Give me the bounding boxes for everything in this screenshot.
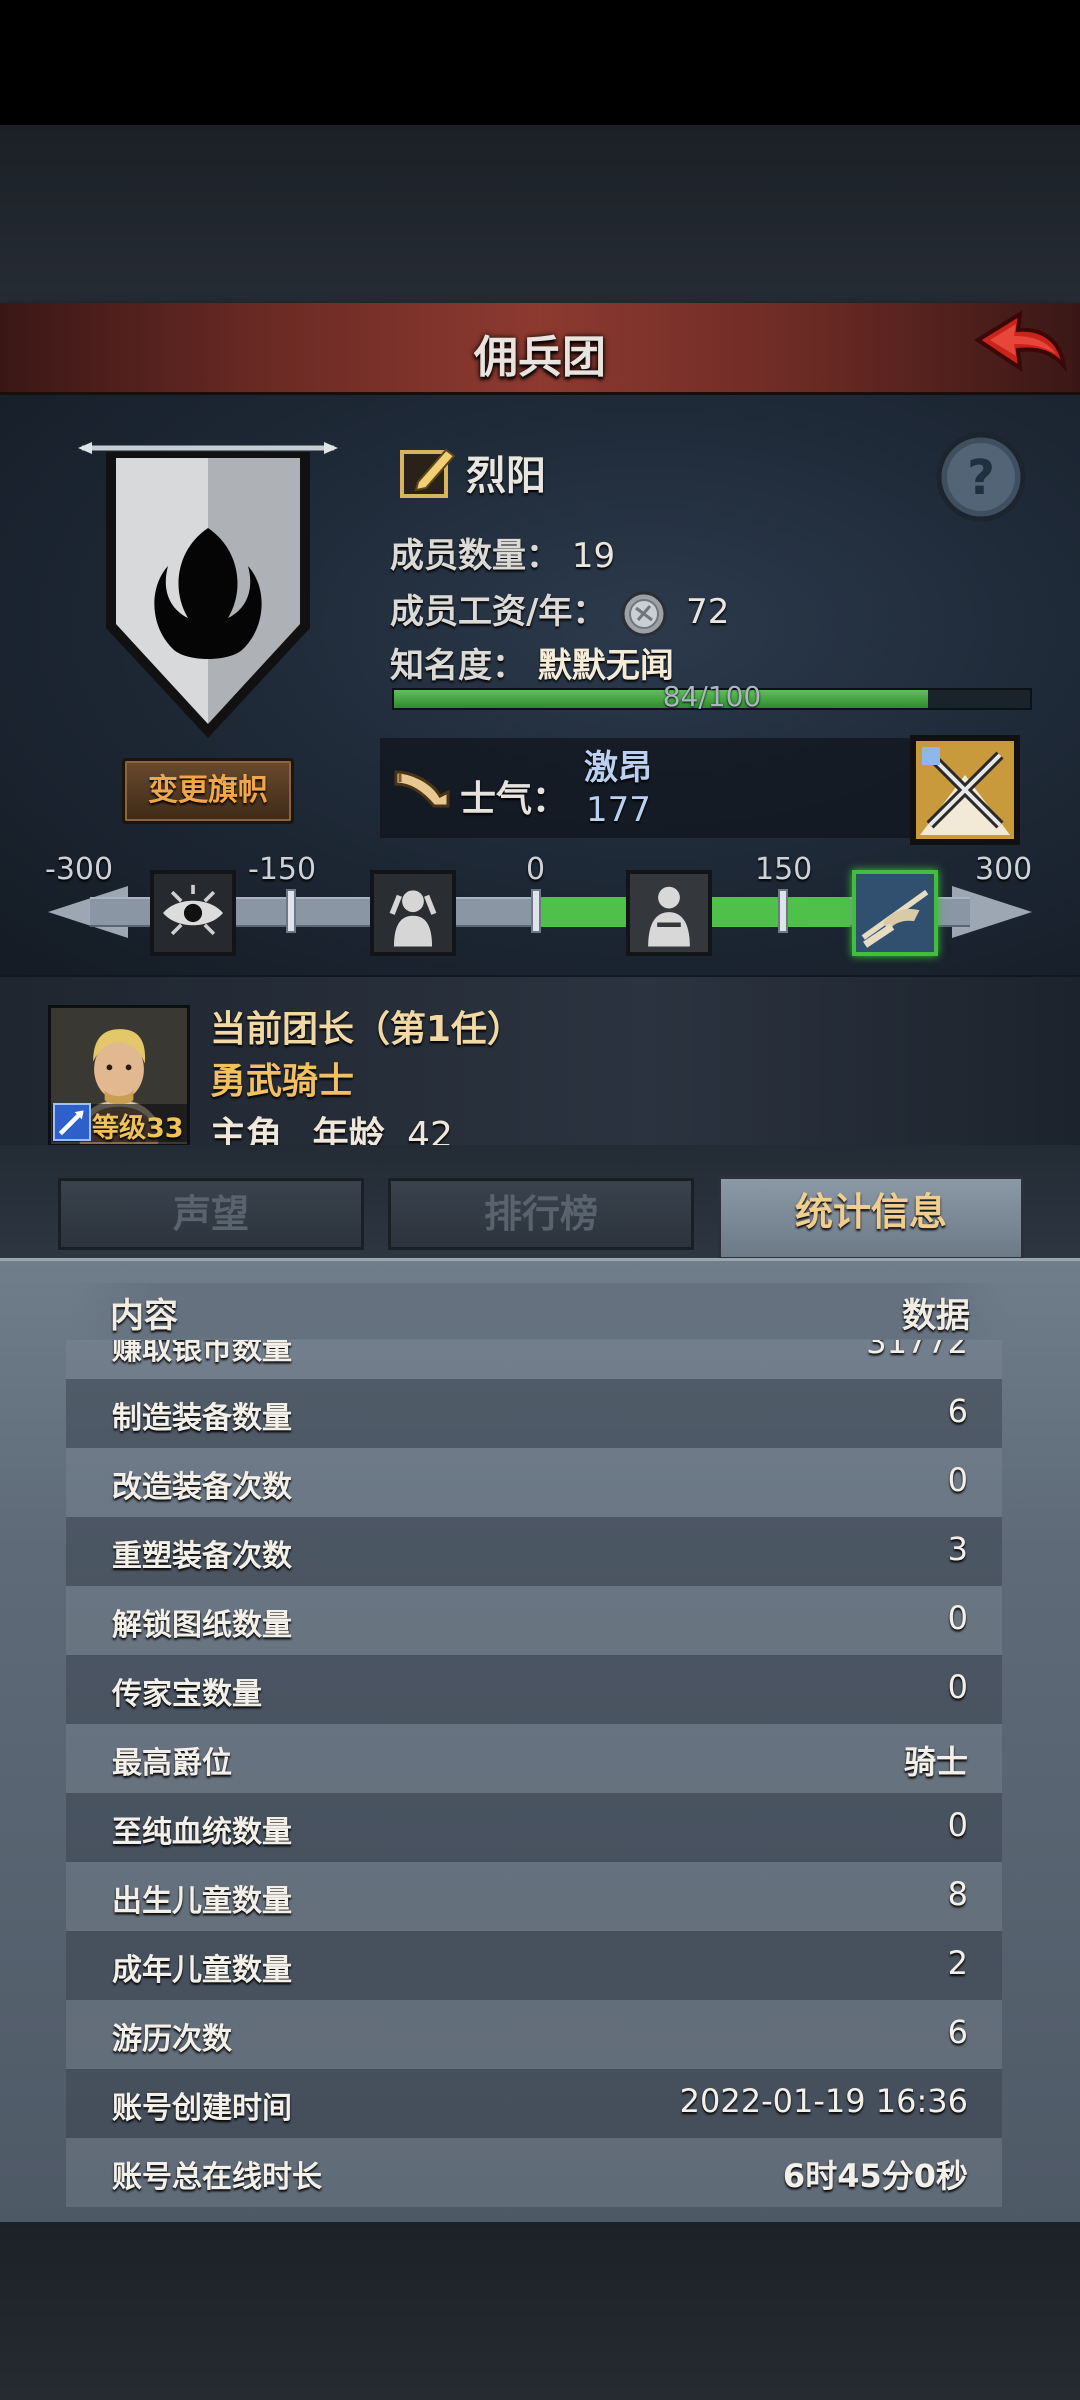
- stat-value: 3: [947, 1530, 968, 1568]
- stat-value: 31772: [866, 1340, 968, 1361]
- scale-tick: [286, 889, 296, 933]
- stat-value: 0: [947, 1599, 968, 1637]
- morale-state: 激昂: [584, 748, 652, 788]
- scale-label: -150: [248, 852, 317, 887]
- morale-value: 177: [586, 790, 651, 830]
- stat-value: 0: [947, 1806, 968, 1844]
- stats-row: 成年儿童数量 2: [66, 1931, 1002, 2000]
- stats-row: 出生儿童数量 8: [66, 1862, 1002, 1931]
- stat-value: 骑士: [903, 1743, 968, 1781]
- scale-label: 150: [755, 852, 813, 887]
- bottom-background: [0, 2222, 1080, 2400]
- wage-label: 成员工资/年：: [390, 592, 607, 632]
- stat-label: 改造装备次数: [112, 1470, 292, 1505]
- members-line: 成员数量： 19: [390, 528, 615, 577]
- stats-row: 传家宝数量 0: [66, 1655, 1002, 1724]
- stat-value: 2022-01-19 16:36: [679, 2082, 968, 2120]
- scale-label: 300: [975, 852, 1033, 887]
- company-name: 烈阳: [466, 453, 546, 499]
- morale-low-icon: [370, 870, 456, 956]
- stat-label: 成年儿童数量: [112, 1953, 292, 1988]
- stat-label: 最高爵位: [112, 1746, 232, 1781]
- stats-row: 至纯血统数量 0: [66, 1793, 1002, 1862]
- stat-value: 6: [947, 1392, 968, 1430]
- page-title: 佣兵团: [474, 332, 606, 383]
- morale-steady-icon: [626, 870, 712, 956]
- stats-row: 解锁图纸数量 0: [66, 1586, 1002, 1655]
- stats-row: 最高爵位 骑士: [66, 1724, 1002, 1793]
- stat-value: 2: [947, 1944, 968, 1982]
- column-content-header: 内容: [110, 1296, 178, 1336]
- stat-label: 账号创建时间: [112, 2091, 292, 2126]
- members-label: 成员数量：: [390, 536, 560, 576]
- tab-leaderboard[interactable]: 排行榜: [388, 1178, 694, 1250]
- stats-row: 游历次数 6: [66, 2000, 1002, 2069]
- stats-list[interactable]: 赚取银币数量 31772 制造装备数量 6 改造装备次数 0 重塑装备次数 3 …: [66, 1340, 1002, 2222]
- back-arrow-icon[interactable]: [972, 306, 1068, 386]
- fame-progress-text: 84/100: [662, 680, 762, 713]
- tab-statistics[interactable]: 统计信息: [718, 1176, 1024, 1260]
- stats-row: 赚取银币数量 31772: [66, 1340, 1002, 1379]
- stat-label: 赚取银币数量: [112, 1340, 292, 1367]
- morale-despair-icon: [150, 870, 236, 956]
- stats-row: 制造装备数量 6: [66, 1379, 1002, 1448]
- scale-label: 0: [526, 852, 546, 887]
- change-flag-button[interactable]: 变更旗帜: [122, 758, 294, 824]
- stats-row: 重塑装备次数 3: [66, 1517, 1002, 1586]
- column-data-header: 数据: [902, 1296, 970, 1336]
- edit-name-icon[interactable]: [398, 442, 458, 502]
- svg-text:?: ?: [967, 450, 995, 506]
- scale-tick: [531, 889, 541, 933]
- top-background: [0, 125, 1080, 305]
- stat-label: 账号总在线时长: [112, 2160, 322, 2195]
- stat-label: 解锁图纸数量: [112, 1608, 292, 1643]
- tab-reputation[interactable]: 声望: [58, 1178, 364, 1250]
- morale-label: 士气：: [460, 779, 569, 820]
- stat-label: 至纯血统数量: [112, 1815, 292, 1850]
- company-banner-icon: [78, 442, 338, 738]
- crossed-swords-icon[interactable]: [910, 735, 1020, 845]
- stats-row: 账号总在线时长 6时45分0秒: [66, 2138, 1002, 2207]
- help-icon[interactable]: ?: [934, 430, 1028, 524]
- stat-value: 8: [947, 1875, 968, 1913]
- members-value: 19: [571, 536, 616, 576]
- sword-skill-icon: [53, 1103, 91, 1141]
- stat-value: 6: [947, 2013, 968, 2051]
- leader-level: 等级33: [92, 1113, 184, 1144]
- leader-class: 勇武骑士: [210, 1061, 355, 1102]
- wage-value: 72: [686, 592, 730, 632]
- company-name-row: 烈阳: [398, 442, 546, 502]
- morale-high-icon: [852, 870, 938, 956]
- stats-row: 改造装备次数 0: [66, 1448, 1002, 1517]
- stat-label: 传家宝数量: [112, 1677, 262, 1712]
- stat-label: 游历次数: [112, 2022, 232, 2057]
- horn-icon: [394, 770, 450, 808]
- stat-value: 0: [947, 1461, 968, 1499]
- leader-title: 当前团长（第1任）: [210, 1009, 524, 1050]
- stats-row: 账号创建时间 2022-01-19 16:36: [66, 2069, 1002, 2138]
- screen: 佣兵团 变更旗帜 烈阳 ? 成员数量： 19 成员工资/年： 72 知名度： 默…: [0, 0, 1080, 2400]
- stat-label: 重塑装备次数: [112, 1539, 292, 1574]
- title-bar: 佣兵团: [0, 303, 1080, 395]
- silver-coin-icon: [621, 591, 667, 636]
- stat-label: 制造装备数量: [112, 1401, 292, 1436]
- scale-label: -300: [45, 852, 114, 887]
- scale-tick: [778, 889, 788, 933]
- stat-label: 出生儿童数量: [112, 1884, 292, 1919]
- stat-value: 6时45分0秒: [782, 2157, 968, 2195]
- wage-line: 成员工资/年： 72: [390, 584, 729, 638]
- stat-value: 0: [947, 1668, 968, 1706]
